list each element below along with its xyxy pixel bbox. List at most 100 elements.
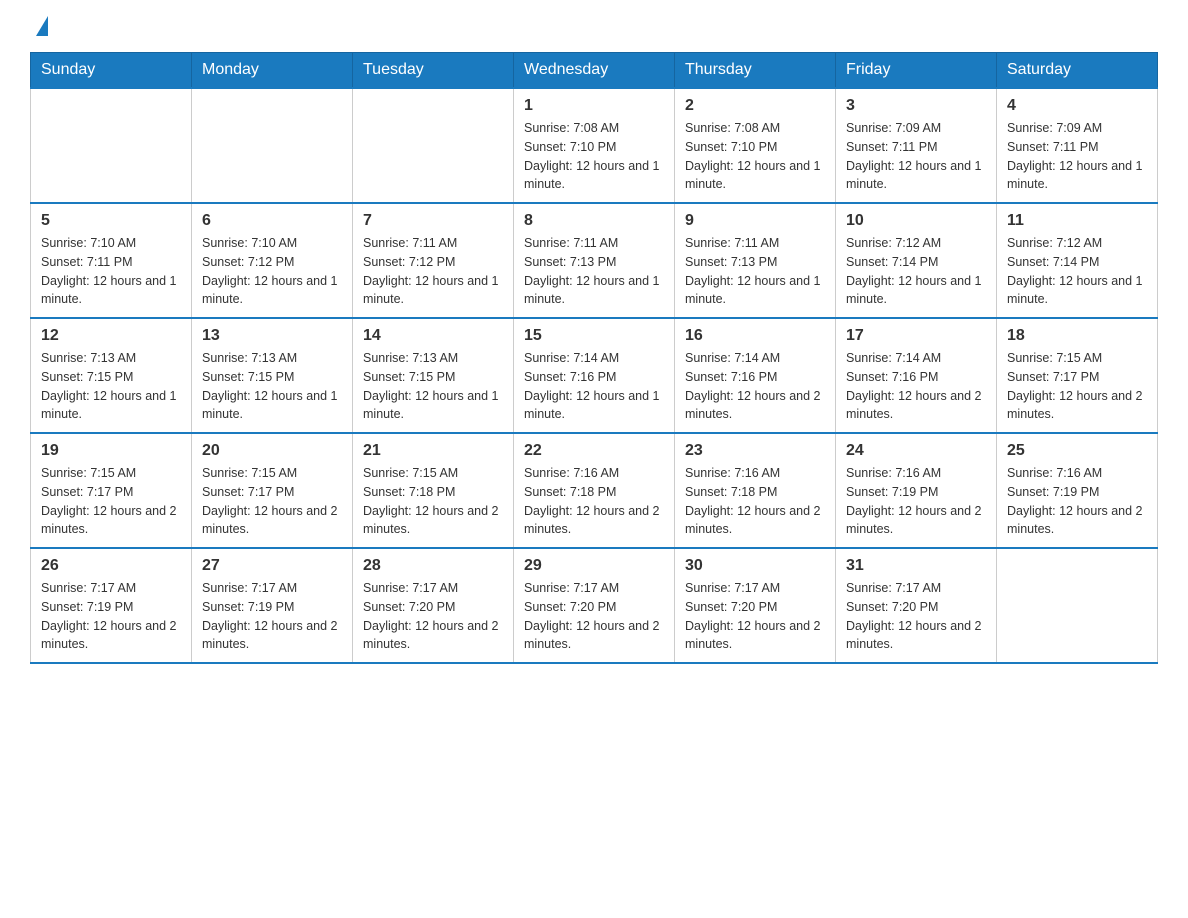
calendar-cell: 2Sunrise: 7:08 AMSunset: 7:10 PMDaylight… <box>675 88 836 203</box>
calendar-cell: 3Sunrise: 7:09 AMSunset: 7:11 PMDaylight… <box>836 88 997 203</box>
weekday-header-friday: Friday <box>836 53 997 89</box>
logo-triangle-icon <box>36 16 48 36</box>
calendar-cell: 14 Sunrise: 7:13 AMSunset: 7:15 PMDayligh… <box>353 318 514 433</box>
day-number: 29 <box>524 557 664 575</box>
day-info: Sunrise: 7:14 AMSunset: 7:16 PMDaylight:… <box>524 349 664 424</box>
day-info: Sunrise: 7:09 AMSunset: 7:11 PMDaylight:… <box>1007 119 1147 194</box>
calendar-cell: 8 Sunrise: 7:11 AMSunset: 7:13 PMDaylight… <box>514 203 675 318</box>
day-number: 20 <box>202 442 342 460</box>
day-info: Sunrise: 7:16 AMSunset: 7:18 PMDaylight:… <box>685 464 825 539</box>
calendar-cell: 26Sunrise: 7:17 AMSunset: 7:19 PMDayligh… <box>31 548 192 663</box>
calendar-cell: 10Sunrise: 7:12 AMSunset: 7:14 PMDayligh… <box>836 203 997 318</box>
day-number: 9 <box>685 212 825 230</box>
calendar-table: SundayMondayTuesdayWednesdayThursdayFrid… <box>30 52 1158 664</box>
calendar-cell: 11 Sunrise: 7:12 AMSunset: 7:14 PMDayligh… <box>997 203 1158 318</box>
day-number: 28 <box>363 557 503 575</box>
calendar-cell: 27 Sunrise: 7:17 AMSunset: 7:19 PMDayligh… <box>192 548 353 663</box>
weekday-header-thursday: Thursday <box>675 53 836 89</box>
day-info: Sunrise: 7:12 AMSunset: 7:14 PMDaylight:… <box>1007 234 1147 309</box>
day-number: 16 <box>685 327 825 345</box>
calendar-cell: 31 Sunrise: 7:17 AMSunset: 7:20 PMDayligh… <box>836 548 997 663</box>
page-header <box>30 20 1158 36</box>
weekday-header-saturday: Saturday <box>997 53 1158 89</box>
weekday-header-row: SundayMondayTuesdayWednesdayThursdayFrid… <box>31 53 1158 89</box>
day-number: 14 <box>363 327 503 345</box>
day-info: Sunrise: 7:08 AMSunset: 7:10 PMDaylight:… <box>685 119 825 194</box>
day-number: 22 <box>524 442 664 460</box>
day-info: Sunrise: 7:14 AMSunset: 7:16 PMDaylight:… <box>846 349 986 424</box>
day-number: 18 <box>1007 327 1147 345</box>
day-number: 17 <box>846 327 986 345</box>
day-info: Sunrise: 7:13 AMSunset: 7:15 PMDaylight:… <box>363 349 503 424</box>
day-number: 31 <box>846 557 986 575</box>
day-info: Sunrise: 7:13 AMSunset: 7:15 PMDaylight:… <box>202 349 342 424</box>
week-row-1: 1 Sunrise: 7:08 AMSunset: 7:10 PMDaylight… <box>31 88 1158 203</box>
calendar-cell: 9 Sunrise: 7:11 AMSunset: 7:13 PMDaylight… <box>675 203 836 318</box>
day-info: Sunrise: 7:11 AMSunset: 7:12 PMDaylight:… <box>363 234 503 309</box>
weekday-header-tuesday: Tuesday <box>353 53 514 89</box>
day-info: Sunrise: 7:08 AMSunset: 7:10 PMDaylight:… <box>524 119 664 194</box>
weekday-header-sunday: Sunday <box>31 53 192 89</box>
day-info: Sunrise: 7:11 AMSunset: 7:13 PMDaylight:… <box>524 234 664 309</box>
day-number: 27 <box>202 557 342 575</box>
calendar-cell: 22 Sunrise: 7:16 AMSunset: 7:18 PMDayligh… <box>514 433 675 548</box>
calendar-cell: 13Sunrise: 7:13 AMSunset: 7:15 PMDayligh… <box>192 318 353 433</box>
day-info: Sunrise: 7:14 AMSunset: 7:16 PMDaylight:… <box>685 349 825 424</box>
day-number: 19 <box>41 442 181 460</box>
week-row-4: 19 Sunrise: 7:15 AMSunset: 7:17 PMDayligh… <box>31 433 1158 548</box>
day-info: Sunrise: 7:13 AMSunset: 7:15 PMDaylight:… <box>41 349 181 424</box>
calendar-cell: 28Sunrise: 7:17 AMSunset: 7:20 PMDayligh… <box>353 548 514 663</box>
day-info: Sunrise: 7:15 AMSunset: 7:17 PMDaylight:… <box>1007 349 1147 424</box>
day-info: Sunrise: 7:16 AMSunset: 7:18 PMDaylight:… <box>524 464 664 539</box>
day-number: 8 <box>524 212 664 230</box>
day-number: 24 <box>846 442 986 460</box>
calendar-cell <box>31 88 192 203</box>
day-info: Sunrise: 7:17 AMSunset: 7:19 PMDaylight:… <box>202 579 342 654</box>
calendar-cell: 29 Sunrise: 7:17 AMSunset: 7:20 PMDayligh… <box>514 548 675 663</box>
week-row-3: 12 Sunrise: 7:13 AMSunset: 7:15 PMDayligh… <box>31 318 1158 433</box>
day-info: Sunrise: 7:16 AMSunset: 7:19 PMDaylight:… <box>846 464 986 539</box>
day-info: Sunrise: 7:15 AMSunset: 7:18 PMDaylight:… <box>363 464 503 539</box>
week-row-5: 26 Sunrise: 7:17 AMSunset: 7:19 PMDayligh… <box>31 548 1158 663</box>
week-row-2: 5 Sunrise: 7:10 AMSunset: 7:11 PMDaylight… <box>31 203 1158 318</box>
calendar-cell: 19 Sunrise: 7:15 AMSunset: 7:17 PMDayligh… <box>31 433 192 548</box>
day-number: 1 <box>524 97 664 115</box>
calendar-cell: 17 Sunrise: 7:14 AMSunset: 7:16 PMDayligh… <box>836 318 997 433</box>
day-info: Sunrise: 7:16 AMSunset: 7:19 PMDaylight:… <box>1007 464 1147 539</box>
day-number: 11 <box>1007 212 1147 230</box>
calendar-cell: 20 Sunrise: 7:15 AMSunset: 7:17 PMDayligh… <box>192 433 353 548</box>
calendar-cell: 24 Sunrise: 7:16 AMSunset: 7:19 PMDayligh… <box>836 433 997 548</box>
day-number: 3 <box>846 97 986 115</box>
day-number: 4 <box>1007 97 1147 115</box>
day-number: 25 <box>1007 442 1147 460</box>
day-number: 7 <box>363 212 503 230</box>
calendar-cell <box>997 548 1158 663</box>
calendar-cell: 1 Sunrise: 7:08 AMSunset: 7:10 PMDaylight… <box>514 88 675 203</box>
calendar-cell: 23 Sunrise: 7:16 AMSunset: 7:18 PMDayligh… <box>675 433 836 548</box>
calendar-cell: 6 Sunrise: 7:10 AMSunset: 7:12 PMDaylight… <box>192 203 353 318</box>
day-info: Sunrise: 7:10 AMSunset: 7:11 PMDaylight:… <box>41 234 181 309</box>
weekday-header-wednesday: Wednesday <box>514 53 675 89</box>
logo <box>30 20 48 36</box>
day-number: 12 <box>41 327 181 345</box>
day-number: 26 <box>41 557 181 575</box>
day-info: Sunrise: 7:17 AMSunset: 7:20 PMDaylight:… <box>846 579 986 654</box>
day-number: 6 <box>202 212 342 230</box>
day-info: Sunrise: 7:15 AMSunset: 7:17 PMDaylight:… <box>202 464 342 539</box>
calendar-cell: 30Sunrise: 7:17 AMSunset: 7:20 PMDayligh… <box>675 548 836 663</box>
calendar-cell: 4 Sunrise: 7:09 AMSunset: 7:11 PMDaylight… <box>997 88 1158 203</box>
day-number: 23 <box>685 442 825 460</box>
calendar-cell <box>353 88 514 203</box>
day-info: Sunrise: 7:17 AMSunset: 7:20 PMDaylight:… <box>524 579 664 654</box>
calendar-cell: 16 Sunrise: 7:14 AMSunset: 7:16 PMDayligh… <box>675 318 836 433</box>
calendar-cell: 12 Sunrise: 7:13 AMSunset: 7:15 PMDayligh… <box>31 318 192 433</box>
calendar-cell: 18 Sunrise: 7:15 AMSunset: 7:17 PMDayligh… <box>997 318 1158 433</box>
calendar-cell: 7 Sunrise: 7:11 AMSunset: 7:12 PMDaylight… <box>353 203 514 318</box>
day-info: Sunrise: 7:10 AMSunset: 7:12 PMDaylight:… <box>202 234 342 309</box>
calendar-cell: 25 Sunrise: 7:16 AMSunset: 7:19 PMDayligh… <box>997 433 1158 548</box>
day-info: Sunrise: 7:17 AMSunset: 7:20 PMDaylight:… <box>685 579 825 654</box>
day-number: 5 <box>41 212 181 230</box>
day-info: Sunrise: 7:15 AMSunset: 7:17 PMDaylight:… <box>41 464 181 539</box>
day-info: Sunrise: 7:11 AMSunset: 7:13 PMDaylight:… <box>685 234 825 309</box>
day-info: Sunrise: 7:12 AMSunset: 7:14 PMDaylight:… <box>846 234 986 309</box>
